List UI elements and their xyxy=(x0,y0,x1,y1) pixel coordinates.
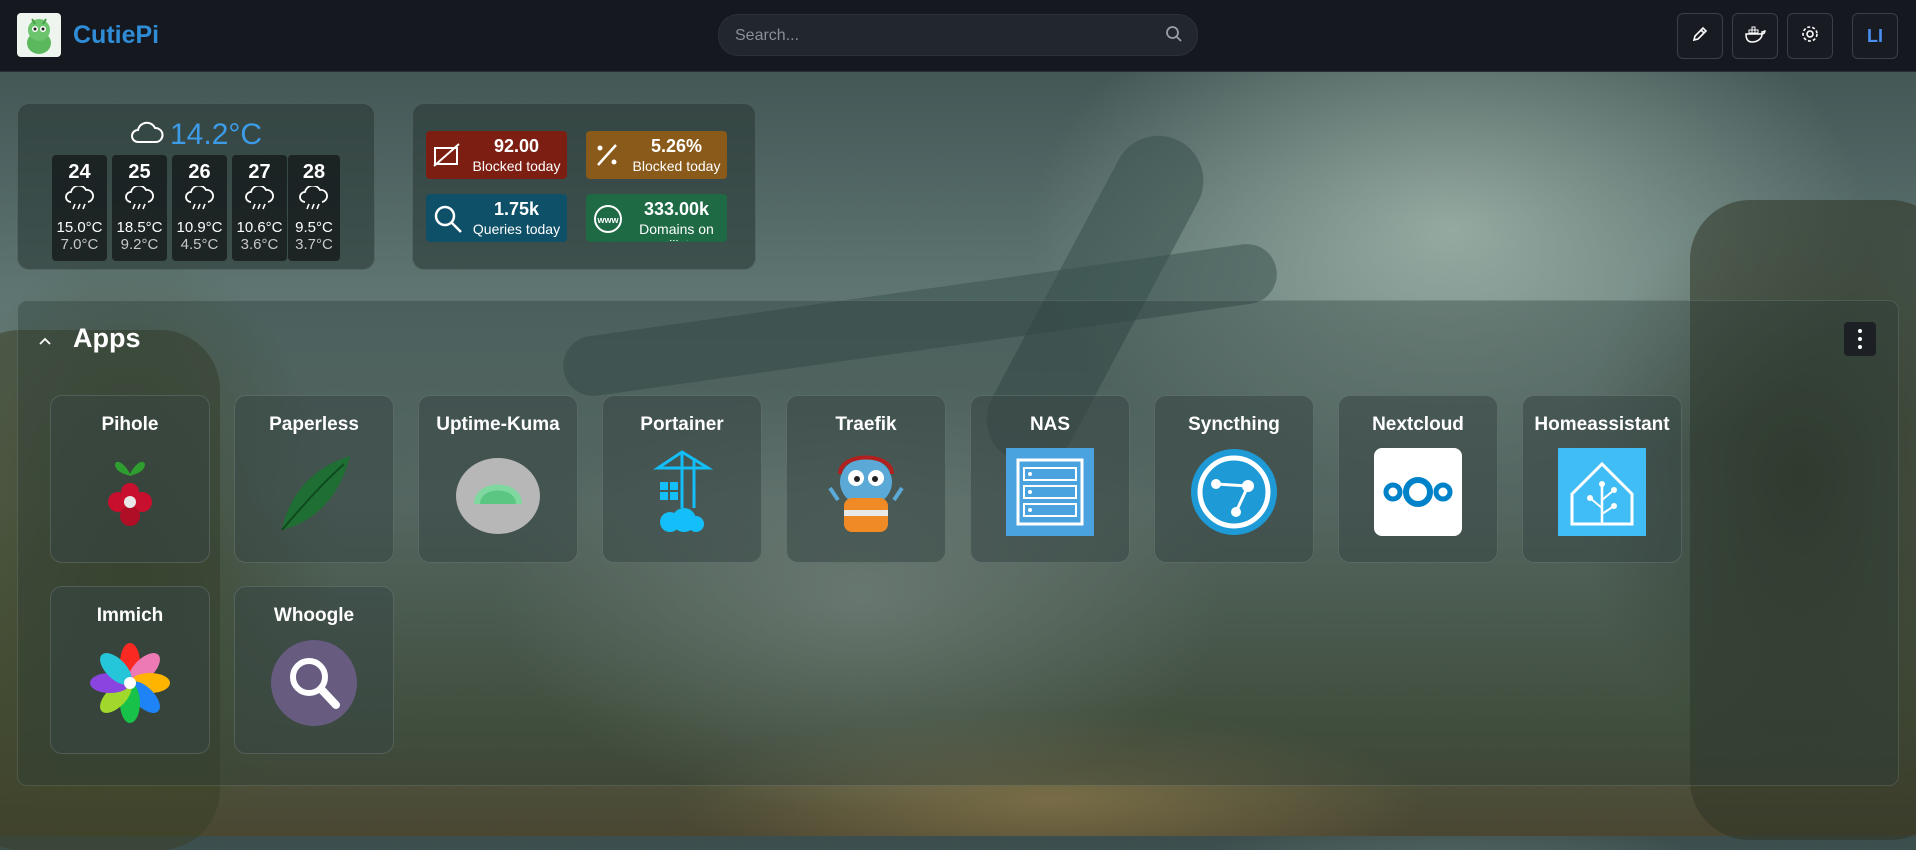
current-weather: 14.2°C xyxy=(130,118,262,152)
pihole-widget xyxy=(412,103,756,270)
search-icon xyxy=(432,203,464,240)
docker-icon xyxy=(1744,24,1766,49)
app-name: Traefik xyxy=(835,414,897,435)
edit-button[interactable] xyxy=(1677,13,1723,59)
app-tile-whoogle[interactable]: Whoogle xyxy=(234,586,394,754)
app-tile-pihole[interactable]: Pihole xyxy=(50,395,210,563)
stat-value: 92.00 xyxy=(493,136,540,156)
app-name: Syncthing xyxy=(1188,414,1280,435)
app-tile-immich[interactable]: Immich xyxy=(50,586,210,754)
stat-label: Blocked today xyxy=(632,158,721,174)
app-name: Immich xyxy=(96,605,164,626)
forecast-low: 3.7°C xyxy=(295,236,333,253)
raspberry-icon xyxy=(86,448,174,536)
blocked-icon xyxy=(432,140,462,175)
stat-value: 5.26% xyxy=(650,136,703,156)
immich-pinwheel-icon xyxy=(86,639,174,727)
app-name: Homeassistant xyxy=(1534,414,1670,435)
forecast-high: 10.9°C xyxy=(176,219,223,236)
brand-name[interactable]: CutiePi xyxy=(73,21,159,50)
uptime-kuma-icon xyxy=(454,448,542,536)
forecast-day: 25 18.5°C 9.2°C xyxy=(112,155,167,261)
settings-button[interactable] xyxy=(1787,13,1833,59)
forecast-date: 27 xyxy=(248,161,271,183)
app-name: Portainer xyxy=(640,414,724,435)
forecast-day: 28 9.5°C 3.7°C xyxy=(288,155,340,261)
stat-value: 1.75k xyxy=(493,199,540,219)
pihole-domains-stat: www 333.00k Domains on adlists xyxy=(586,194,727,242)
stat-label: Queries today xyxy=(472,221,561,237)
pihole-percent-stat: 5.26% Blocked today xyxy=(586,131,727,179)
traefik-gopher-icon xyxy=(822,448,910,536)
forecast-high: 9.5°C xyxy=(295,219,333,236)
forecast-high: 18.5°C xyxy=(116,219,163,236)
pihole-blocked-stat: 92.00 Blocked today xyxy=(426,131,567,179)
app-name: Whoogle xyxy=(273,605,355,626)
server-icon xyxy=(1006,448,1094,536)
forecast-low: 3.6°C xyxy=(240,236,279,253)
stat-label: Blocked today xyxy=(472,158,561,174)
app-tile-portainer[interactable]: Portainer xyxy=(602,395,762,563)
rain-cloud-icon xyxy=(232,184,287,217)
forecast-day: 26 10.9°C 4.5°C xyxy=(172,155,227,261)
docker-button[interactable] xyxy=(1732,13,1778,59)
apps-section-title[interactable]: Apps xyxy=(73,323,141,354)
top-header: CutiePi LI xyxy=(0,0,1916,72)
syncthing-icon xyxy=(1190,448,1278,536)
edit-icon xyxy=(1690,24,1710,49)
search-box[interactable] xyxy=(718,14,1198,57)
forecast-day: 27 10.6°C 3.6°C xyxy=(232,155,287,261)
pihole-queries-stat: 1.75k Queries today xyxy=(426,194,567,242)
whoogle-search-icon xyxy=(270,639,358,727)
forecast-high: 15.0°C xyxy=(56,219,103,236)
portainer-icon xyxy=(638,448,726,536)
app-name: Nextcloud xyxy=(1372,414,1464,435)
search-input[interactable] xyxy=(733,15,1157,57)
app-name: Pihole xyxy=(101,414,159,435)
nextcloud-icon xyxy=(1374,448,1462,536)
forecast-low: 9.2°C xyxy=(120,236,159,253)
forecast-low: 4.5°C xyxy=(180,236,219,253)
search-icon[interactable] xyxy=(1165,25,1183,48)
cutiepi-logo[interactable] xyxy=(17,13,61,57)
forecast-low: 7.0°C xyxy=(60,236,99,253)
chevron-up-icon[interactable] xyxy=(38,333,52,351)
gear-icon xyxy=(1800,24,1820,49)
user-avatar-button[interactable]: LI xyxy=(1852,13,1898,59)
forecast-date: 25 xyxy=(128,161,151,183)
cloud-icon xyxy=(130,120,164,151)
forecast-date: 24 xyxy=(68,161,91,183)
forecast-date: 26 xyxy=(188,161,211,183)
leaf-icon xyxy=(270,448,358,536)
stat-label: Domains on adlists xyxy=(639,221,714,241)
rain-cloud-icon xyxy=(288,184,340,217)
globe-www-icon: www xyxy=(592,203,624,240)
app-tile-nextcloud[interactable]: Nextcloud xyxy=(1338,395,1498,563)
user-initials: LI xyxy=(1867,25,1883,46)
app-name: Paperless xyxy=(269,414,359,435)
app-name: Uptime-Kuma xyxy=(436,414,560,435)
forecast-high: 10.6°C xyxy=(236,219,283,236)
svg-text:www: www xyxy=(596,215,619,225)
rain-cloud-icon xyxy=(52,184,107,217)
app-name: NAS xyxy=(1029,414,1071,435)
app-tile-nas[interactable]: NAS xyxy=(970,395,1130,563)
stat-value: 333.00k xyxy=(643,199,710,219)
forecast-day: 24 15.0°C 7.0°C xyxy=(52,155,107,261)
app-tile-uptime-kuma[interactable]: Uptime-Kuma xyxy=(418,395,578,563)
app-tile-traefik[interactable]: Traefik xyxy=(786,395,946,563)
rain-cloud-icon xyxy=(172,184,227,217)
more-options-button[interactable] xyxy=(1844,322,1876,356)
rain-cloud-icon xyxy=(112,184,167,217)
app-tile-syncthing[interactable]: Syncthing xyxy=(1154,395,1314,563)
percent-icon xyxy=(592,140,622,175)
forecast-date: 28 xyxy=(302,161,326,183)
app-tile-homeassistant[interactable]: Homeassistant xyxy=(1522,395,1682,563)
app-tile-paperless[interactable]: Paperless xyxy=(234,395,394,563)
current-temperature: 14.2°C xyxy=(170,118,263,151)
home-assistant-icon xyxy=(1558,448,1646,536)
